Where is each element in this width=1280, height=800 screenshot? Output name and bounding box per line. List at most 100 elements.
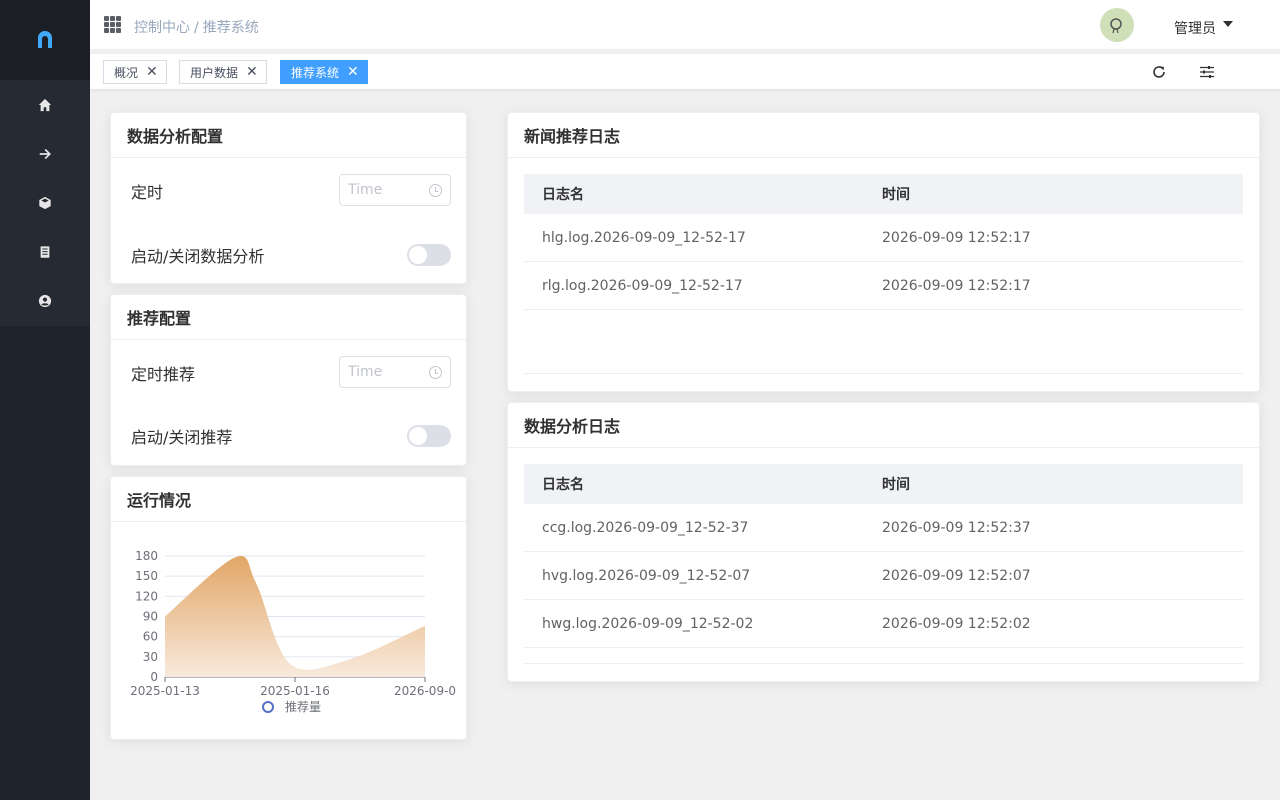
chart-y-tick-label: 60 [143, 630, 158, 644]
toggle-row: 启动/关闭推荐 [131, 424, 451, 448]
news-log-table: 日志名 时间 hlg.log.2026-09-09_12-52-17 2026-… [524, 174, 1243, 374]
avatar-image-icon [1110, 18, 1122, 34]
chart-x-tick-label: 2025-01-16 [260, 684, 330, 698]
tag-recommend-system[interactable]: 推荐系统 ✕ [280, 60, 368, 84]
analysis-log-table: 日志名 时间 ccg.log.2026-09-09_12-52-37 2026-… [524, 464, 1243, 664]
card-title: 数据分析配置 [111, 113, 466, 158]
table-row[interactable]: ccg.log.2026-09-09_12-52-37 2026-09-09 1… [524, 504, 1243, 552]
arrow-right-icon [39, 148, 51, 159]
table-row[interactable]: rlg.log.2026-09-09_12-52-17 2026-09-09 1… [524, 262, 1243, 310]
chart-y-tick-label: 0 [150, 670, 158, 684]
column-header-name[interactable]: 日志名 [524, 184, 882, 204]
avatar[interactable] [1100, 8, 1134, 42]
news-log-card: 新闻推荐日志 日志名 时间 hlg.log.2026-09-09_12-52-1… [507, 112, 1260, 392]
sidebar-item-home[interactable] [0, 80, 90, 129]
log-name-cell: hlg.log.2026-09-09_12-52-17 [542, 229, 746, 246]
tag-label: 概况 [114, 65, 139, 80]
table-row[interactable]: hwg.log.2026-09-09_12-52-02 2026-09-09 1… [524, 600, 1243, 648]
chart-x-tick-label: 2026-09-0 [394, 684, 456, 698]
log-time-cell: 2026-09-09 12:52:02 [882, 615, 1031, 632]
analysis-toggle-switch[interactable] [407, 244, 451, 266]
log-name-cell: hvg.log.2026-09-09_12-52-07 [542, 567, 751, 584]
tag-label: 推荐系统 [291, 65, 340, 80]
recommend-toggle-switch[interactable] [407, 425, 451, 447]
toggle-label: 启动/关闭推荐 [131, 428, 233, 447]
chart-y-tick-label: 90 [143, 610, 158, 624]
log-time-cell: 2026-09-09 12:52:17 [882, 277, 1031, 294]
log-time-cell: 2026-09-09 12:52:17 [882, 229, 1031, 246]
chart-y-tick-label: 150 [135, 569, 158, 583]
log-time-cell: 2026-09-09 12:52:07 [882, 567, 1031, 584]
log-name-cell: ccg.log.2026-09-09_12-52-37 [542, 519, 749, 536]
chart-legend-label: 推荐量 [285, 700, 321, 714]
log-time-cell: 2026-09-09 12:52:37 [882, 519, 1031, 536]
settings-sliders-icon[interactable] [1199, 64, 1215, 80]
time-placeholder: Time [348, 364, 383, 380]
card-title: 推荐配置 [111, 295, 466, 340]
close-icon[interactable]: ✕ [146, 65, 158, 79]
cube-icon [39, 196, 51, 209]
sidebar-item-navigate[interactable] [0, 129, 90, 178]
card-title: 新闻推荐日志 [508, 113, 1259, 158]
chart-y-tick-label: 30 [143, 650, 158, 664]
sidebar-item-documents[interactable] [0, 227, 90, 276]
analysis-config-card: 数据分析配置 定时 Time 启动/关闭数据分析 [110, 112, 467, 284]
table-row[interactable]: hlg.log.2026-09-09_12-52-17 2026-09-09 1… [524, 214, 1243, 262]
chart-x-tick-label: 2025-01-13 [130, 684, 200, 698]
table-empty-space [524, 648, 1243, 664]
time-placeholder: Time [348, 182, 383, 198]
clock-icon [429, 365, 442, 379]
status-chart: 0 30 60 90 120 150 180 2025-01-13 2025-01-16 2026… [130, 549, 456, 714]
log-name-cell: hwg.log.2026-09-09_12-52-02 [542, 615, 754, 632]
user-circle-icon [38, 294, 52, 307]
close-icon[interactable]: ✕ [246, 65, 258, 79]
column-header-time[interactable]: 时间 [882, 474, 1243, 494]
status-card: 运行情况 0 30 60 90 120 150 180 2025-01-13 2025-01-1… [110, 476, 467, 740]
home-icon [38, 98, 52, 111]
schedule-row: 定时 Time [131, 174, 451, 206]
breadcrumb: 控制中心 / 推荐系统 [134, 17, 259, 37]
schedule-time-picker[interactable]: Time [339, 356, 451, 388]
sidebar-item-user[interactable] [0, 276, 90, 325]
card-title: 数据分析日志 [508, 403, 1259, 448]
schedule-label: 定时 [131, 183, 164, 202]
tag-user-data[interactable]: 用户数据 ✕ [179, 60, 267, 84]
schedule-row: 定时推荐 Time [131, 356, 451, 388]
tag-overview[interactable]: 概况 ✕ [103, 60, 167, 84]
schedule-label: 定时推荐 [131, 365, 196, 384]
toggle-label: 启动/关闭数据分析 [131, 247, 265, 266]
breadcrumb-item: 推荐系统 [202, 20, 259, 36]
table-header: 日志名 时间 [524, 174, 1243, 214]
logo-icon [38, 31, 52, 48]
logo[interactable] [0, 0, 90, 80]
column-header-name[interactable]: 日志名 [524, 474, 882, 494]
user-name[interactable]: 管理员 [1174, 18, 1216, 38]
sidebar [0, 0, 90, 800]
column-header-time[interactable]: 时间 [882, 184, 1243, 204]
table-row[interactable]: hvg.log.2026-09-09_12-52-07 2026-09-09 1… [524, 552, 1243, 600]
refresh-icon[interactable] [1151, 64, 1167, 80]
close-icon[interactable]: ✕ [347, 65, 359, 79]
table-header: 日志名 时间 [524, 464, 1243, 504]
breadcrumb-item[interactable]: 控制中心 [134, 20, 190, 36]
log-name-cell: rlg.log.2026-09-09_12-52-17 [542, 277, 743, 294]
chart-y-tick-label: 180 [135, 549, 158, 563]
chevron-down-icon[interactable] [1223, 21, 1233, 27]
top-navbar: 控制中心 / 推荐系统 管理员 [90, 0, 1280, 50]
apps-grid-icon[interactable] [104, 16, 121, 33]
table-empty-space [524, 310, 1243, 374]
schedule-time-picker[interactable]: Time [339, 174, 451, 206]
recommend-config-card: 推荐配置 定时推荐 Time 启动/关闭推荐 [110, 294, 467, 466]
chart-legend-marker [262, 701, 274, 713]
clock-icon [429, 183, 442, 197]
sidebar-item-recommend[interactable] [0, 178, 90, 227]
tags-view-bar: 概况 ✕ 用户数据 ✕ 推荐系统 ✕ [90, 54, 1280, 90]
sidebar-menu [0, 80, 90, 326]
card-title: 运行情况 [111, 477, 466, 522]
breadcrumb-separator: / [194, 20, 199, 36]
document-icon [40, 245, 50, 258]
chart-y-tick-label: 120 [135, 589, 158, 603]
toggle-row: 启动/关闭数据分析 [131, 243, 451, 267]
tag-label: 用户数据 [190, 65, 239, 80]
analysis-log-card: 数据分析日志 日志名 时间 ccg.log.2026-09-09_12-52-3… [507, 402, 1260, 682]
